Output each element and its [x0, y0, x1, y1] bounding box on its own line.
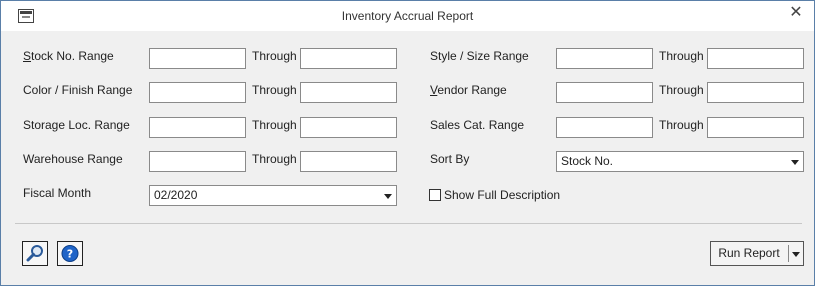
vendor-from-input[interactable] [556, 82, 653, 103]
run-report-dropdown-icon[interactable] [792, 252, 800, 257]
warehouse-to-input[interactable] [300, 151, 397, 172]
chevron-down-icon [384, 194, 392, 199]
window-title: Inventory Accrual Report [341, 9, 474, 23]
sales-cat-through-label: Through [659, 118, 704, 132]
vendor-to-input[interactable] [707, 82, 804, 103]
style-through-label: Through [659, 49, 704, 63]
run-report-label: Run Report [718, 246, 780, 260]
fiscal-month-value: 02/2020 [154, 188, 198, 202]
fiscal-month-select[interactable]: 02/2020 [149, 185, 397, 206]
svg-text:?: ? [67, 248, 73, 261]
help-icon: ? [61, 245, 79, 262]
title-bar: Inventory Accrual Report ✕ [1, 1, 814, 31]
stock-range-label: Stock No. Range [23, 49, 114, 63]
fiscal-month-label: Fiscal Month [23, 186, 92, 200]
color-from-input[interactable] [149, 82, 246, 103]
storage-to-input[interactable] [300, 117, 397, 138]
style-range-label: Style / Size Range [430, 49, 529, 63]
storage-through-label: Through [252, 118, 297, 132]
color-to-input[interactable] [300, 82, 397, 103]
storage-from-input[interactable] [149, 117, 246, 138]
search-button[interactable] [22, 241, 48, 266]
style-to-input[interactable] [707, 48, 804, 69]
warehouse-range-label: Warehouse Range [23, 152, 123, 166]
show-full-description-checkbox[interactable] [429, 189, 441, 201]
sort-by-select[interactable]: Stock No. [556, 151, 804, 172]
close-icon[interactable]: ✕ [788, 4, 804, 22]
color-through-label: Through [252, 83, 297, 97]
color-range-label: Color / Finish Range [23, 83, 133, 97]
style-from-input[interactable] [556, 48, 653, 69]
vendor-range-label: Vendor Range [430, 83, 507, 97]
show-full-description-label: Show Full Description [444, 188, 561, 202]
run-report-button[interactable]: Run Report [710, 241, 804, 266]
sales-cat-from-input[interactable] [556, 117, 653, 138]
sort-by-label: Sort By [430, 152, 470, 166]
vendor-through-label: Through [659, 83, 704, 97]
storage-range-label: Storage Loc. Range [23, 118, 130, 132]
report-window: Inventory Accrual Report ✕ Stock No. Ran… [0, 0, 815, 286]
stock-to-input[interactable] [300, 48, 397, 69]
run-report-divider [788, 245, 789, 262]
sort-by-value: Stock No. [561, 154, 614, 168]
chevron-down-icon [791, 160, 799, 165]
footer-divider [15, 223, 802, 224]
stock-through-label: Through [252, 49, 297, 63]
warehouse-through-label: Through [252, 152, 297, 166]
warehouse-from-input[interactable] [149, 151, 246, 172]
stock-from-input[interactable] [149, 48, 246, 69]
sales-cat-to-input[interactable] [707, 117, 804, 138]
magnifier-icon [26, 245, 43, 262]
sales-cat-range-label: Sales Cat. Range [430, 118, 525, 132]
help-button[interactable]: ? [57, 241, 83, 266]
